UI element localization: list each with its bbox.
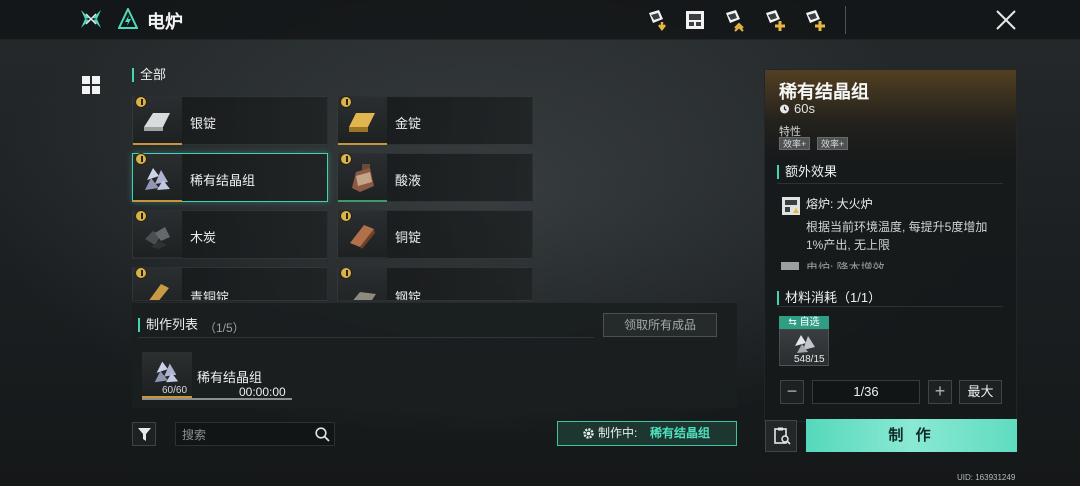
alert-icon: [340, 153, 352, 165]
queue-item-quantity: 60/60: [162, 385, 188, 396]
collect-down-icon: [649, 10, 666, 31]
recipe-name: 木炭: [190, 230, 217, 245]
recipe-name: 银锭: [190, 116, 217, 131]
copper-ingot-icon: [350, 225, 375, 249]
recipe-name: 酸液: [395, 173, 422, 188]
recipe-name: 稀有结晶组: [190, 173, 256, 188]
auto-select-label: 自选: [799, 317, 820, 328]
alert-icon: [135, 268, 147, 279]
search-input[interactable]: [182, 426, 310, 443]
bronze-ingot-icon: [149, 284, 169, 300]
increase-button[interactable]: +: [928, 380, 952, 404]
logo-icon: [81, 10, 101, 28]
queue-item[interactable]: 60/60 稀有结晶组 00:00:00: [142, 352, 292, 400]
filter-button[interactable]: [132, 422, 156, 446]
collect-down-button[interactable]: [645, 7, 671, 33]
category-label: 全部: [132, 68, 166, 82]
electric-furnace-icon: [118, 8, 138, 29]
recipe-card[interactable]: 铜锭: [337, 210, 533, 259]
swap-icon: ⇆: [788, 317, 797, 328]
recipe-info-button[interactable]: [765, 420, 797, 452]
timer-icon: [780, 104, 789, 114]
furnace-icon: [782, 197, 800, 215]
recipe-card-selected[interactable]: 稀有结晶组: [132, 153, 328, 202]
steel-ingot-icon: [353, 292, 376, 300]
furnace-swap-button[interactable]: [682, 7, 708, 33]
recipe-name: 金锭: [395, 116, 422, 131]
crafting-status-label: 制作中:: [598, 426, 638, 440]
recipe-name: 钢锭: [395, 290, 422, 301]
acid-bottle-icon: [352, 164, 374, 192]
toolbar-divider: [845, 6, 846, 34]
trait-tag: 效率+: [817, 137, 849, 150]
extra-effects-title: 额外效果: [777, 165, 837, 179]
upgrade-button[interactable]: [722, 7, 748, 33]
decrease-button[interactable]: −: [780, 380, 804, 404]
material-slot[interactable]: 548/15: [779, 329, 829, 366]
grid-icon[interactable]: [82, 76, 100, 94]
auto-select-button[interactable]: ⇆ 自选: [779, 316, 829, 329]
close-icon[interactable]: [994, 8, 1018, 32]
alert-icon: [135, 96, 147, 108]
effect-description: 根据当前环境温度, 每提升5度增加1%产出, 无上限: [806, 220, 988, 252]
page-title: 电炉: [147, 12, 183, 32]
queue-count: （1/5）: [204, 321, 245, 335]
detail-title: 稀有结晶组: [779, 82, 869, 102]
crafting-status-button[interactable]: 制作中: 稀有结晶组: [557, 421, 737, 446]
recipe-name: 铜锭: [395, 230, 422, 245]
recipe-card[interactable]: 钢锭: [337, 267, 533, 301]
electric-furnace-effect-icon: [781, 262, 799, 270]
claim-all-button[interactable]: 领取所有成品: [603, 313, 717, 337]
recipe-card[interactable]: 木炭: [132, 210, 328, 259]
gear-icon: [583, 428, 594, 439]
recipe-name: 青铜锭: [190, 290, 230, 301]
recipe-card[interactable]: 酸液: [337, 153, 533, 202]
filter-icon: [138, 428, 151, 441]
add-rank-alt-button[interactable]: [802, 7, 828, 33]
divider: [777, 306, 1003, 307]
crafting-status-item: 稀有结晶组: [650, 426, 711, 440]
max-button[interactable]: 最大: [959, 380, 1002, 404]
queue-item-thumb: 60/60: [142, 352, 192, 398]
search-icon[interactable]: [315, 427, 330, 442]
craft-button[interactable]: 制 作: [806, 419, 1017, 452]
alert-icon: [135, 153, 147, 165]
recipe-card[interactable]: 青铜锭: [132, 267, 328, 301]
craft-time: 60s: [794, 101, 815, 116]
queue-progress-bar: [142, 398, 292, 400]
search-box: [175, 422, 335, 446]
add-rank-button[interactable]: [762, 7, 788, 33]
queue-title: 制作列表: [138, 318, 198, 332]
clipboard-search-icon: [774, 427, 791, 445]
add-rank-alt-icon: [806, 10, 825, 31]
crystal-material-icon: [795, 335, 815, 353]
trait-tag: 效率+: [779, 137, 811, 150]
crystal-cluster-icon: [145, 168, 170, 190]
gold-ingot-icon: [349, 113, 375, 132]
queue-item-timer: 00:00:00: [239, 385, 286, 399]
materials-title: 材料消耗（1/1）: [777, 291, 881, 305]
recipe-card[interactable]: 银锭: [132, 96, 328, 145]
alert-icon: [340, 210, 352, 222]
alert-icon: [340, 268, 352, 279]
quantity-display[interactable]: 1/36: [812, 380, 920, 404]
crystal-cluster-icon: [154, 361, 179, 383]
queue-item-name: 稀有结晶组: [197, 370, 263, 385]
alert-icon: [340, 96, 352, 108]
furnace-swap-icon: [686, 11, 704, 29]
silver-ingot-icon: [144, 113, 170, 131]
alert-icon: [135, 210, 147, 222]
material-count: 548/15: [794, 354, 825, 365]
divider: [138, 337, 594, 338]
uid-label: UID: 163931249: [957, 473, 1016, 482]
recipe-card[interactable]: 金锭: [337, 96, 533, 145]
charcoal-icon: [145, 227, 170, 249]
effect-name: 熔炉: 大火炉: [806, 197, 873, 211]
upgrade-icon: [726, 10, 744, 32]
effect-more-text: 电炉: 降本增效: [806, 261, 885, 269]
add-rank-icon: [766, 10, 785, 31]
divider: [777, 183, 1003, 184]
